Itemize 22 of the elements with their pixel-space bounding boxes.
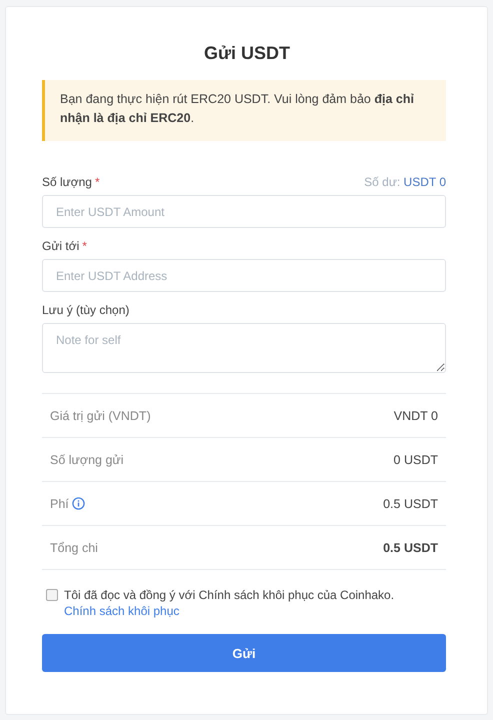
- summary-value: 0.5 USDT: [383, 496, 438, 510]
- summary-value: VNDT 0: [394, 408, 438, 422]
- page-title: Gửi USDT: [202, 43, 292, 64]
- agreement-checkbox[interactable]: [46, 589, 58, 601]
- input-field[interactable]: Enter USDT Address: [42, 259, 446, 292]
- policy-link[interactable]: Chính sách khôi phục: [64, 604, 180, 618]
- warning-notice: Bạn đang thực hiện rút ERC20 USDT. Vui lòng đảm bảo địa chỉ nhận là địa chỉ ERC20.: [42, 80, 446, 141]
- field-label: Gửi tới *: [42, 239, 87, 253]
- balance-text: Số dư: USDT 0: [364, 175, 446, 189]
- input-field[interactable]: Enter USDT Amount: [42, 195, 446, 228]
- field-label: Lưu ý (tùy chọn): [42, 303, 130, 317]
- agreement-text: Tôi đã đọc và đồng ý với Chính sách khôi phục của Coinhako. Chính sách khôi phục: [64, 587, 396, 619]
- info-icon[interactable]: [72, 497, 85, 510]
- summary-label: Số lượng gửi: [50, 452, 124, 466]
- summary-value: 0.5 USDT: [383, 540, 438, 554]
- summary-value: 0 USDT: [394, 452, 438, 466]
- note-field[interactable]: Note for self: [42, 323, 446, 373]
- summary-label: Giá trị gửi (VNDT): [50, 408, 151, 422]
- summary-label: Phí: [50, 496, 69, 510]
- submit-button[interactable]: Gửi: [42, 634, 446, 672]
- summary-label: Tổng chi: [50, 540, 98, 554]
- field-label: Số lượng *: [42, 175, 100, 189]
